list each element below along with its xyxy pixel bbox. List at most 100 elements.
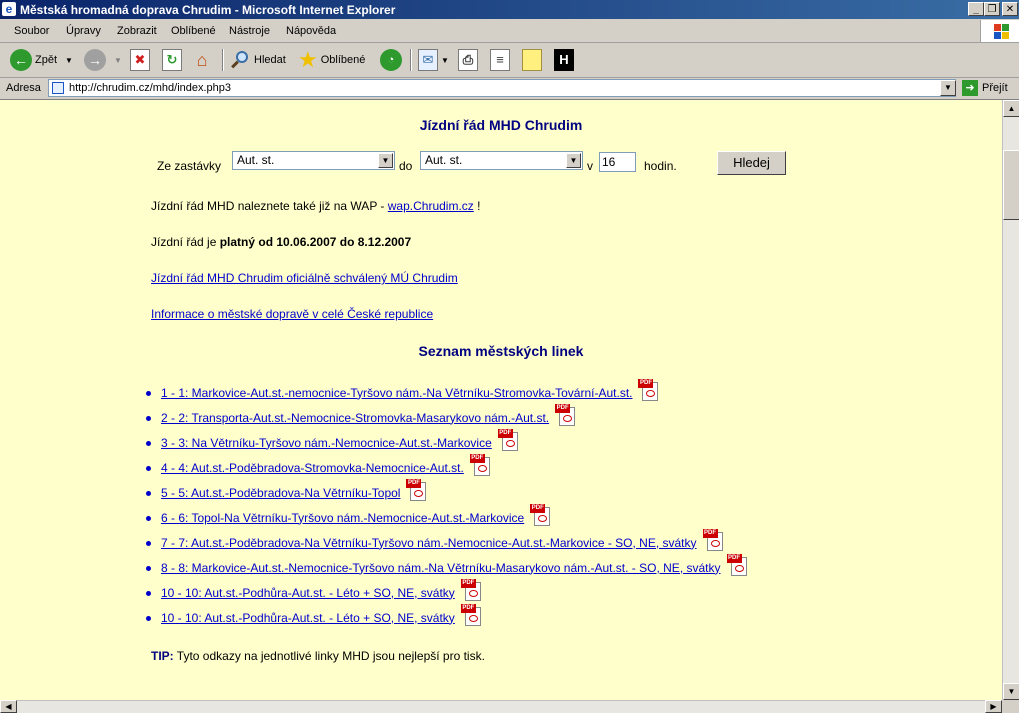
from-stop-value: Aut. st. xyxy=(237,153,275,167)
transport-info-link[interactable]: Informace o městské dopravě v celé České… xyxy=(151,307,433,321)
bullet-icon xyxy=(146,491,151,496)
ie-logo-icon: e xyxy=(2,2,16,16)
search-submit-button[interactable]: Hledej xyxy=(717,151,786,175)
close-button[interactable]: ✕ xyxy=(1002,2,1018,16)
pdf-icon[interactable]: PDF xyxy=(555,403,577,426)
standard-toolbar: ← Zpět ▼ → ▼ ✖ ↻ ⌂ Hledat ★ Oblíbené ◔ ✉… xyxy=(0,43,1019,78)
minimize-button[interactable]: _ xyxy=(968,2,984,16)
hours-input[interactable]: 16 xyxy=(599,152,636,172)
to-stop-select[interactable]: Aut. st. ▼ xyxy=(420,151,583,170)
scroll-down-icon[interactable]: ▼ xyxy=(1003,683,1019,700)
pdf-icon[interactable]: PDF xyxy=(406,478,428,501)
windows-logo-icon xyxy=(980,20,1019,42)
favorites-label: Oblíbené xyxy=(320,54,366,66)
mail-dropdown-icon[interactable]: ▼ xyxy=(441,56,449,65)
bullet-icon xyxy=(146,466,151,471)
pdf-icon[interactable]: PDF xyxy=(497,428,520,451)
scroll-left-icon[interactable]: ◀ xyxy=(0,700,17,713)
bullet-icon xyxy=(146,516,151,521)
validity-info: Jízdní řád je platný od 10.06.2007 do 8.… xyxy=(151,235,411,249)
title-bar: e Městská hromadná doprava Chrudim - Mic… xyxy=(0,0,1019,19)
route-link[interactable]: 4 - 4: Aut.st.-Poděbradova-Stromovka-Nem… xyxy=(161,461,464,475)
stop-button[interactable]: ✖ xyxy=(130,47,150,73)
forward-button[interactable]: → ▼ xyxy=(84,47,122,73)
search-button[interactable]: Hledat xyxy=(229,47,286,73)
routes-list: 1 - 1: Markovice-Aut.st.-nemocnice-Tyršo… xyxy=(146,378,749,630)
list-item: 5 - 5: Aut.st.-Poděbradova-Na Větrníku-T… xyxy=(146,478,749,505)
history-button[interactable]: ◔ xyxy=(380,47,402,73)
go-label: Přejít xyxy=(982,82,1008,94)
official-timetable-link[interactable]: Jízdní řád MHD Chrudim oficiálně schvále… xyxy=(151,271,458,285)
go-arrow-icon: ➜ xyxy=(962,80,978,96)
refresh-button[interactable]: ↻ xyxy=(162,47,182,73)
bullet-icon xyxy=(146,591,151,596)
wap-link[interactable]: wap.Chrudim.cz xyxy=(388,199,474,213)
routes-title: Seznam městských linek xyxy=(418,343,584,359)
go-button[interactable]: ➜ Přejít xyxy=(962,80,1008,96)
forward-dropdown-icon[interactable]: ▼ xyxy=(114,56,122,65)
from-stop-label: Ze zastávky xyxy=(157,159,222,173)
pdf-icon[interactable]: PDF xyxy=(638,378,660,401)
stop-icon: ✖ xyxy=(130,49,150,71)
edit-button[interactable]: ≡ xyxy=(490,47,510,73)
pdf-icon[interactable]: PDF xyxy=(726,553,749,576)
to-stop-value: Aut. st. xyxy=(425,153,463,167)
address-input[interactable]: http://chrudim.cz/mhd/index.php3 xyxy=(48,79,956,97)
print-button[interactable]: ⎙ xyxy=(458,47,478,73)
edit-page-icon: ≡ xyxy=(490,49,510,71)
route-link[interactable]: 6 - 6: Topol-Na Větrníku-Tyršovo nám.-Ne… xyxy=(161,511,524,525)
address-bar: Adresa http://chrudim.cz/mhd/index.php3 … xyxy=(0,78,1019,100)
pdf-icon[interactable]: PDF xyxy=(702,528,725,551)
list-item: 7 - 7: Aut.st.-Poděbradova-Na Větrníku-T… xyxy=(146,528,749,555)
scroll-right-icon[interactable]: ▶ xyxy=(985,700,1002,713)
menu-soubor[interactable]: Soubor xyxy=(14,25,49,37)
bullet-icon xyxy=(146,616,151,621)
chevron-down-icon: ▼ xyxy=(378,153,393,168)
address-label: Adresa xyxy=(6,82,41,94)
pdf-icon[interactable]: PDF xyxy=(460,603,483,626)
menu-napoveda[interactable]: Nápověda xyxy=(286,25,336,37)
at-label: v xyxy=(587,159,593,173)
route-link[interactable]: 5 - 5: Aut.st.-Poděbradova-Na Větrníku-T… xyxy=(161,486,400,500)
address-dropdown-icon[interactable]: ▼ xyxy=(940,80,956,96)
extra-toolbar-button[interactable]: H xyxy=(554,47,574,73)
route-link[interactable]: 10 - 10: Aut.st.-Podhůra-Aut.st. - Léto … xyxy=(161,611,455,625)
back-arrow-icon: ← xyxy=(10,49,32,71)
note-button[interactable] xyxy=(522,47,542,73)
pdf-icon[interactable]: PDF xyxy=(530,503,552,526)
menu-upravy[interactable]: Úpravy xyxy=(66,25,101,37)
route-link[interactable]: 8 - 8: Markovice-Aut.st.-Nemocnice-Tyršo… xyxy=(161,561,721,575)
home-button[interactable]: ⌂ xyxy=(192,47,212,73)
menu-zobrazit[interactable]: Zobrazit xyxy=(117,25,157,37)
list-item: 3 - 3: Na Větrníku-Tyršovo nám.-Nemocnic… xyxy=(146,428,749,455)
horizontal-scrollbar[interactable]: ◀ ▶ xyxy=(0,700,1002,713)
scroll-up-icon[interactable]: ▲ xyxy=(1003,100,1019,117)
toolbar-separator xyxy=(222,49,224,71)
pdf-icon[interactable]: PDF xyxy=(469,453,492,476)
route-link[interactable]: 7 - 7: Aut.st.-Poděbradova-Na Větrníku-T… xyxy=(161,536,697,550)
to-stop-label: do xyxy=(399,159,413,173)
back-button[interactable]: ← Zpět ▼ xyxy=(10,47,73,73)
back-dropdown-icon[interactable]: ▼ xyxy=(65,56,73,65)
official-timetable-row: Jízdní řád MHD Chrudim oficiálně schvále… xyxy=(151,271,458,285)
search-icon xyxy=(229,49,251,71)
print-icon: ⎙ xyxy=(458,49,478,71)
route-link[interactable]: 1 - 1: Markovice-Aut.st.-nemocnice-Tyršo… xyxy=(161,386,632,400)
chevron-down-icon: ▼ xyxy=(566,153,581,168)
scroll-thumb[interactable] xyxy=(1003,150,1019,220)
route-link[interactable]: 10 - 10: Aut.st.-Podhůra-Aut.st. - Léto … xyxy=(161,586,455,600)
pdf-icon[interactable]: PDF xyxy=(460,578,483,601)
list-item: 8 - 8: Markovice-Aut.st.-Nemocnice-Tyršo… xyxy=(146,553,749,580)
route-link[interactable]: 3 - 3: Na Větrníku-Tyršovo nám.-Nemocnic… xyxy=(161,436,492,450)
mail-button[interactable]: ✉ ▼ xyxy=(418,47,449,73)
vertical-scrollbar[interactable]: ▲ ▼ xyxy=(1002,100,1019,700)
route-link[interactable]: 2 - 2: Transporta-Aut.st.-Nemocnice-Stro… xyxy=(161,411,549,425)
star-icon: ★ xyxy=(298,47,318,72)
menu-oblibene[interactable]: Oblíbené xyxy=(171,25,216,37)
bullet-icon xyxy=(146,441,151,446)
favorites-button[interactable]: ★ Oblíbené xyxy=(298,47,365,73)
maximize-button[interactable]: ❐ xyxy=(984,2,1000,16)
page-icon xyxy=(52,82,64,94)
from-stop-select[interactable]: Aut. st. ▼ xyxy=(232,151,395,170)
menu-nastroje[interactable]: Nástroje xyxy=(229,25,270,37)
